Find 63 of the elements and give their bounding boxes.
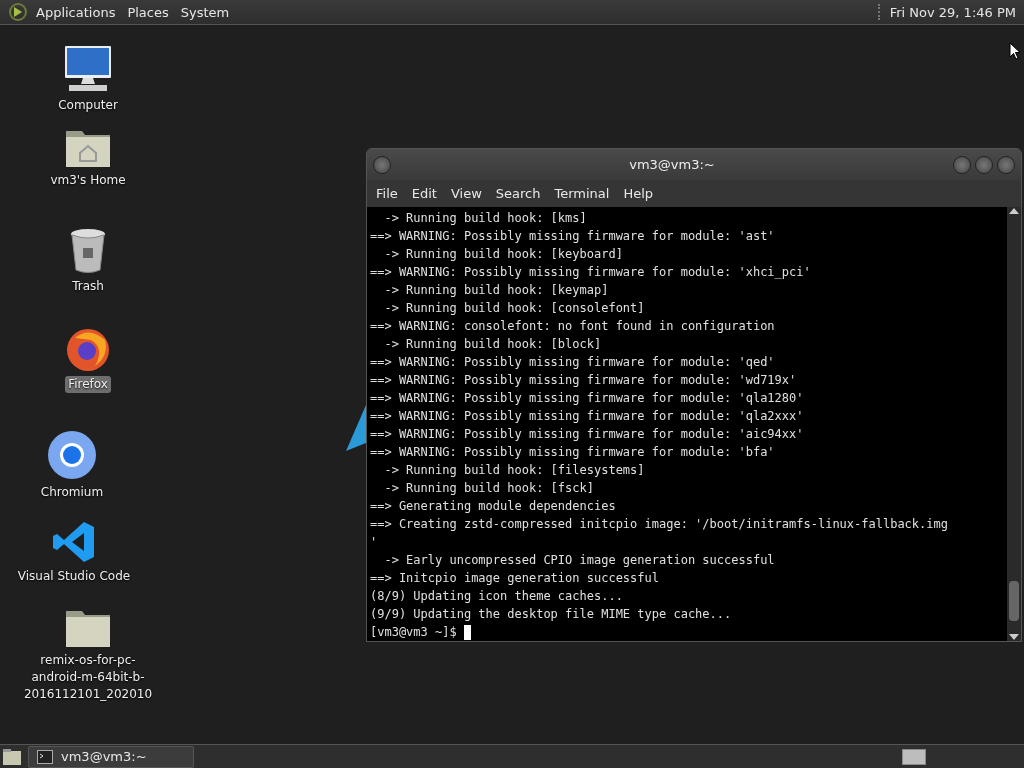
clock[interactable]: Fri Nov 29, 1:46 PM [889,4,1016,20]
menu-item[interactable]: Terminal [547,186,617,201]
terminal-line: ==> WARNING: Possibly missing firmware for module: 'qla2xxx' [370,408,805,425]
terminal-line: ==> WARNING: Possibly missing firmware for module: 'wd719x' [370,372,798,389]
firefox-logo-icon [65,326,111,372]
folder-icon [65,608,111,648]
terminal-line: -> Running build hook: [keyboard] [383,246,624,263]
chromium-logo-icon [47,430,97,480]
desktop-icon-label[interactable]: Computer [55,97,121,114]
code-editor-logo-icon [52,520,96,564]
terminal-icon [37,749,53,764]
terminal-line: ==> WARNING: consolefont: no font found in configuration [370,318,776,335]
workspace-switcher[interactable] [902,748,926,765]
scrollbar-thumb[interactable] [1009,581,1019,621]
terminal-line: -> Early uncompressed CPIO image generation successful [383,552,776,569]
distro-logo-icon[interactable] [8,2,28,22]
terminal-line: ==> WARNING: Possibly missing firmware for module: 'xhci_pci' [370,264,812,281]
terminal-line: -> Running build hook: [fsck] [383,480,595,497]
terminal-line: ==> WARNING: Possibly missing firmware for module: 'bfa' [370,444,776,461]
menu-item[interactable]: View [443,186,489,201]
desktop-icon-label[interactable]: Trash [69,278,107,295]
panel-menu[interactable]: System [174,4,236,20]
panel-menu[interactable]: Places [121,4,175,20]
mouse-pointer-icon [1009,42,1021,60]
terminal-line: -> Running build hook: [kms] [383,210,588,227]
close-button[interactable] [997,155,1015,174]
desktop-icon-label[interactable]: vm3's Home [47,172,129,189]
menu-item[interactable]: File [369,186,405,201]
terminal-line: (8/9) Updating icon theme caches... [370,588,624,605]
window-menu-button[interactable] [373,155,391,174]
terminal-line: ==> Initcpio image generation successful [370,570,660,587]
menu-item[interactable]: Help [616,186,661,201]
home-folder-icon [65,128,111,168]
desktop-icon-label[interactable]: remix-os-for-pc-android-m-64bit-b-2016112101_202010 [16,652,160,703]
terminal-line: -> Running build hook: [block] [383,336,603,353]
scroll-down-icon[interactable] [1009,633,1019,641]
terminal-line: ==> WARNING: Possibly missing firmware for module: 'ast' [370,228,776,245]
terminal-line: ==> WARNING: Possibly missing firmware for module: 'qed' [370,354,776,371]
minimize-button[interactable] [953,155,971,174]
terminal-line: -> Running build hook: [consolefont] [383,300,646,317]
maximize-button[interactable] [975,155,993,174]
terminal-line: ' [370,534,379,551]
shell-prompt: [vm3@vm3 ~]$ [370,624,457,641]
text-cursor [463,624,471,640]
menu-item[interactable]: Edit [404,186,444,201]
computer-icon [63,45,113,93]
terminal-line: ==> WARNING: Possibly missing firmware for module: 'aic94xx' [370,426,805,443]
window-title: vm3@vm3:~ [628,157,716,172]
terminal-line: (9/9) Updating the desktop file MIME type cache... [370,606,733,623]
show-desktop-icon[interactable] [2,747,22,766]
scrollbar[interactable] [1007,207,1021,641]
panel-menu[interactable]: Applications [30,4,122,20]
terminal-line: -> Running build hook: [keymap] [383,282,610,299]
taskbar-window-button[interactable]: vm3@vm3:~ [28,745,194,768]
terminal-line: ==> Generating module dependencies [370,498,617,515]
desktop-icon-label[interactable]: Visual Studio Code [14,568,134,585]
menu-item[interactable]: Search [488,186,548,201]
terminal-line: -> Running build hook: [filesystems] [383,462,646,479]
trash-icon [69,228,107,274]
desktop-icon-label[interactable]: Firefox [65,376,111,393]
terminal-line: ==> WARNING: Possibly missing firmware for module: 'qla1280' [370,390,805,407]
terminal-line: ==> Creating zstd-compressed initcpio image: '/boot/initramfs-linux-fallback.img [370,516,949,533]
desktop-icon-label[interactable]: Chromium [37,484,107,501]
